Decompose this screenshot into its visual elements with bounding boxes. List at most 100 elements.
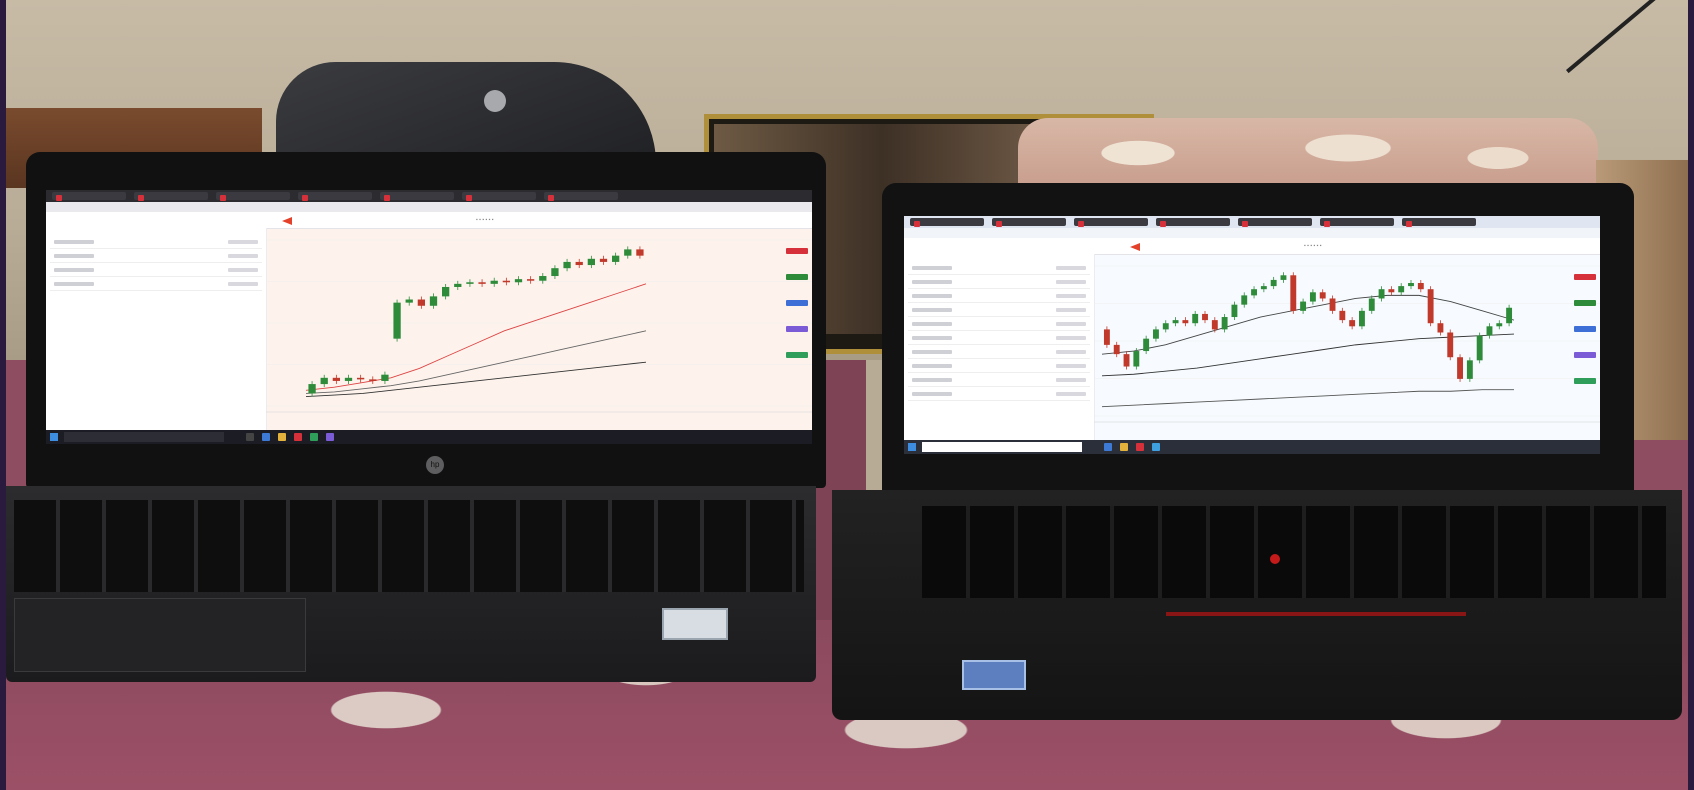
watchlist-item[interactable]	[912, 378, 952, 382]
watchlist-item[interactable]	[912, 294, 952, 298]
watchlist-item[interactable]	[54, 282, 94, 286]
candle	[1388, 289, 1395, 293]
browser-tab[interactable]	[992, 218, 1066, 227]
candle	[599, 258, 608, 262]
tab-favicon-icon	[548, 195, 554, 201]
candle	[1280, 275, 1287, 280]
browser-tab[interactable]	[216, 192, 290, 201]
candle	[344, 377, 353, 381]
app-icon[interactable]	[310, 433, 318, 441]
photo-scene: ▪ ▪ ▪ ▪ ▪ ▪ hp ▪ ▪ ▪ ▪ ▪ ▪	[6, 0, 1688, 790]
candle	[1211, 320, 1218, 330]
candle	[1427, 289, 1434, 324]
windows-start-icon[interactable]	[908, 443, 916, 451]
browser-tab[interactable]	[1238, 218, 1312, 227]
browser-tab[interactable]	[1402, 218, 1476, 227]
watchlist-item[interactable]	[54, 254, 94, 258]
touchpad-buttons	[1166, 612, 1466, 616]
tab-favicon-icon	[914, 221, 920, 227]
nav-links: ▪ ▪ ▪ ▪ ▪ ▪	[476, 217, 494, 223]
watchlist-price	[1056, 266, 1086, 270]
watchlist-item[interactable]	[912, 266, 952, 270]
price-tag	[1574, 300, 1596, 306]
intel-sticker-icon	[662, 608, 728, 640]
candle	[624, 249, 632, 256]
browser-tab[interactable]	[1074, 218, 1148, 227]
taskbar-search[interactable]	[922, 442, 1082, 452]
trackpoint-icon	[1270, 554, 1280, 564]
watchlist-item[interactable]	[54, 268, 94, 272]
candle	[1476, 335, 1483, 361]
browser-tab[interactable]	[52, 192, 126, 201]
edge-icon[interactable]	[1104, 443, 1112, 451]
watchlist-price	[1056, 308, 1086, 312]
chrome-icon[interactable]	[294, 433, 302, 441]
candle	[405, 299, 413, 303]
watchlist-price	[1056, 336, 1086, 340]
watchlist-item[interactable]	[912, 280, 952, 284]
candle	[1398, 286, 1405, 293]
browser-tab[interactable]	[380, 192, 454, 201]
folder-icon[interactable]	[278, 433, 286, 441]
laptop-right-keyboard	[922, 506, 1666, 598]
laptop-left-screen: ▪ ▪ ▪ ▪ ▪ ▪	[46, 190, 812, 444]
browser-tab[interactable]	[462, 192, 536, 201]
candle	[1153, 329, 1159, 339]
candle	[587, 258, 595, 266]
browser-tabbar	[46, 190, 812, 202]
watchlist-price	[228, 254, 258, 258]
browser-urlbar[interactable]	[46, 202, 812, 212]
chrome-icon[interactable]	[1136, 443, 1144, 451]
windows-start-icon[interactable]	[50, 433, 58, 441]
candle	[1270, 279, 1277, 287]
browser-tab[interactable]	[1156, 218, 1230, 227]
windows-taskbar	[904, 440, 1600, 454]
candle	[563, 261, 571, 269]
app-icon[interactable]	[1152, 443, 1160, 451]
candle	[539, 276, 547, 281]
watchlist-item[interactable]	[912, 350, 952, 354]
browser-urlbar[interactable]	[904, 228, 1600, 238]
folder-icon[interactable]	[1120, 443, 1128, 451]
tab-favicon-icon	[138, 195, 144, 201]
watchlist-item[interactable]	[912, 364, 952, 368]
watchlist-item[interactable]	[912, 322, 952, 326]
browser-tab[interactable]	[134, 192, 208, 201]
price-tag	[786, 274, 808, 280]
watchlist-item[interactable]	[912, 392, 952, 396]
candle	[308, 384, 316, 394]
candle	[1172, 320, 1179, 324]
candle	[1251, 289, 1257, 296]
hp-logo-icon: hp	[426, 456, 444, 474]
tab-favicon-icon	[56, 195, 62, 201]
price-tag	[786, 352, 808, 358]
watchlist-row-divider	[908, 274, 1090, 275]
tab-favicon-icon	[1406, 221, 1412, 227]
candle	[1162, 323, 1169, 330]
taskview-icon[interactable]	[246, 433, 254, 441]
watchlist-price	[1056, 364, 1086, 368]
candle	[1123, 354, 1130, 367]
taskbar-search[interactable]	[64, 432, 224, 442]
candlestick-chart[interactable]	[1094, 254, 1600, 440]
price-tag	[1574, 352, 1596, 358]
browser-tab[interactable]	[1320, 218, 1394, 227]
candlestick-chart[interactable]	[266, 228, 812, 430]
tab-favicon-icon	[466, 195, 472, 201]
browser-tab[interactable]	[910, 218, 984, 227]
watchlist-item[interactable]	[912, 308, 952, 312]
candle	[1241, 295, 1248, 305]
app-icon[interactable]	[326, 433, 334, 441]
candle	[514, 279, 523, 283]
browser-tab[interactable]	[298, 192, 372, 201]
watchlist-item[interactable]	[54, 240, 94, 244]
watchlist-item[interactable]	[912, 336, 952, 340]
candle	[636, 249, 644, 256]
browser-tab[interactable]	[544, 192, 618, 201]
candle	[1368, 298, 1375, 311]
candle	[1447, 332, 1454, 358]
watchlist-row-divider	[908, 316, 1090, 317]
candle	[1182, 320, 1189, 324]
watchlist-price	[1056, 392, 1086, 396]
edge-icon[interactable]	[262, 433, 270, 441]
